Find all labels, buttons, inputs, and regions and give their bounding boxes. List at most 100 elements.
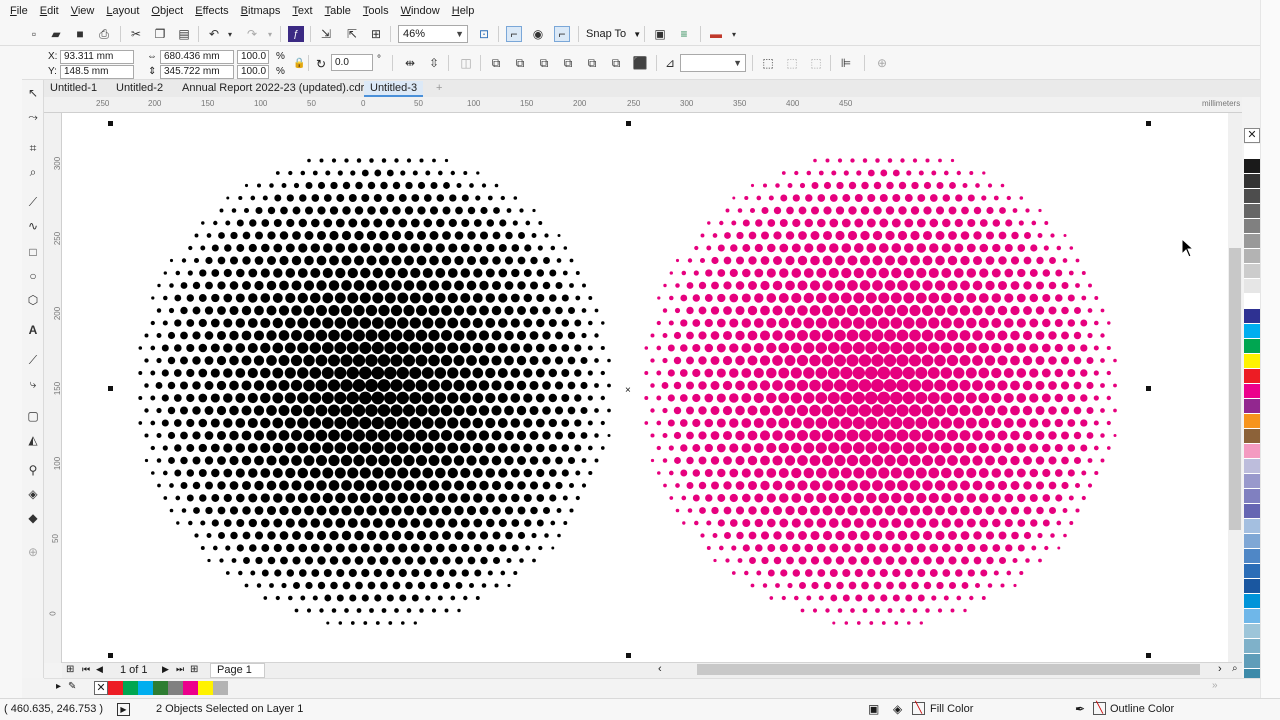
selection-handle[interactable]	[626, 121, 631, 126]
artistic-media-icon[interactable]: ∿	[25, 218, 41, 234]
palette-swatch[interactable]	[1244, 234, 1260, 249]
zoom-icon[interactable]: ⌕	[1232, 663, 1238, 674]
add-tool-icon[interactable]: ⊕	[25, 544, 41, 560]
pick-tool-icon[interactable]: ↖	[25, 85, 41, 101]
palette-swatch[interactable]	[1244, 324, 1260, 339]
menu-table[interactable]: Table	[321, 0, 359, 22]
launch-dropdown-icon[interactable]: ▾	[726, 26, 742, 42]
save-icon[interactable]: ■	[72, 26, 88, 42]
palette-swatch[interactable]	[1244, 609, 1260, 624]
create-boundary-icon[interactable]: ⬚	[760, 55, 776, 71]
add-page-after-icon[interactable]: ⊞	[190, 664, 198, 675]
next-page-icon[interactable]: ▶	[162, 664, 169, 675]
undo-icon[interactable]: ↶	[206, 26, 222, 42]
export-icon[interactable]: ⇱	[344, 26, 360, 42]
align-distribute-icon[interactable]: ⊫	[838, 55, 854, 71]
selection-handle[interactable]	[1146, 386, 1151, 391]
palette-swatch[interactable]	[1244, 204, 1260, 219]
black-halftone-circle[interactable]	[138, 158, 611, 625]
selection-handle[interactable]	[626, 653, 631, 658]
last-page-icon[interactable]: ⏭	[176, 664, 184, 675]
selection-handle[interactable]	[108, 121, 113, 126]
palette-swatch[interactable]	[1244, 339, 1260, 354]
rotation-field[interactable]: 0.0	[331, 54, 373, 71]
play-icon[interactable]: ▶	[117, 703, 130, 716]
palette-swatch[interactable]	[1244, 174, 1260, 189]
menu-file[interactable]: File	[6, 0, 36, 22]
import-icon[interactable]: ⇲	[318, 26, 334, 42]
new-document-icon[interactable]: ▫	[26, 26, 42, 42]
menu-tools[interactable]: Tools	[359, 0, 397, 22]
show-guidelines-icon[interactable]: ⌐	[554, 26, 570, 42]
palette-swatch[interactable]	[1244, 189, 1260, 204]
redo-dropdown-icon[interactable]: ▾	[262, 26, 278, 42]
transparency-tool-icon[interactable]: ◭	[25, 432, 41, 448]
palette-swatch[interactable]	[1244, 504, 1260, 519]
quick-customize-icon[interactable]: ⊕	[874, 55, 890, 71]
menu-text[interactable]: Text	[288, 0, 320, 22]
first-page-icon[interactable]: ⏮	[82, 664, 90, 675]
print-icon[interactable]: ⎙	[96, 26, 112, 42]
simplify-icon[interactable]: ⧉	[560, 55, 576, 71]
copy-icon[interactable]: ❐	[152, 26, 168, 42]
tab-2[interactable]: Untitled-2	[110, 81, 169, 97]
no-fill-swatch[interactable]: ✕	[94, 681, 108, 695]
palette-swatch[interactable]	[1244, 369, 1260, 384]
fill-swatch-none[interactable]: ╲	[912, 702, 925, 715]
document-swatch[interactable]	[168, 681, 183, 695]
redo-icon[interactable]: ↷	[244, 26, 260, 42]
palette-swatch[interactable]	[1244, 654, 1260, 669]
palette-swatch[interactable]	[1244, 384, 1260, 399]
group-icon[interactable]: ◫	[458, 55, 474, 71]
shape-tool-icon[interactable]: ⤳	[25, 109, 41, 125]
horizontal-ruler[interactable]: 250 200 150 100 50 0 50 100 150 200 250 300 350 400 45…	[44, 97, 1242, 113]
palette-swatch[interactable]	[1244, 159, 1260, 174]
palette-swatch[interactable]	[1244, 444, 1260, 459]
connector-tool-icon[interactable]: ⤷	[25, 376, 41, 392]
palette-swatch[interactable]	[1244, 309, 1260, 324]
drawing-canvas[interactable]: ×	[62, 113, 1242, 663]
snap-to-dropdown[interactable]: Snap To ▼	[586, 26, 641, 43]
palette-swatch[interactable]	[1244, 144, 1260, 159]
vertical-ruler[interactable]: 300 250 200 150 100 50 0	[44, 113, 62, 663]
options-icon[interactable]: ≡	[676, 26, 692, 42]
tab-3[interactable]: Annual Report 2022-23 (updated).cdr	[176, 81, 370, 97]
paste-icon[interactable]: ▤	[176, 26, 192, 42]
vertical-scroll-thumb[interactable]	[1229, 248, 1241, 530]
cut-icon[interactable]: ✂	[128, 26, 144, 42]
palette-swatch[interactable]	[1244, 279, 1260, 294]
tab-4[interactable]: Untitled-3	[364, 81, 424, 97]
palette-swatch[interactable]	[1244, 399, 1260, 414]
document-swatch[interactable]	[198, 681, 213, 695]
smart-fill-icon[interactable]: ◆	[25, 510, 41, 526]
export-for-icon[interactable]: ⊞	[368, 26, 384, 42]
previous-page-icon[interactable]: ◀	[96, 664, 103, 675]
palette-swatch[interactable]	[1244, 594, 1260, 609]
tab-1[interactable]: Untitled-1	[44, 81, 103, 97]
halftone-artwork[interactable]: ×	[62, 113, 1242, 663]
menu-window[interactable]: Window	[397, 0, 448, 22]
drop-shadow-icon[interactable]: ▢	[25, 408, 41, 424]
ellipse-tool-icon[interactable]: ○	[25, 268, 41, 284]
document-swatch[interactable]	[153, 681, 168, 695]
polygon-tool-icon[interactable]: ⬡	[25, 292, 41, 308]
palette-swatch[interactable]	[1244, 219, 1260, 234]
menu-bitmaps[interactable]: Bitmaps	[237, 0, 289, 22]
outline-width-select[interactable]: ▼	[680, 54, 746, 72]
mirror-horizontal-icon[interactable]: ⇹	[402, 55, 418, 71]
document-swatch[interactable]	[108, 681, 123, 695]
palette-swatch[interactable]	[1244, 534, 1260, 549]
view-icon[interactable]: ▣	[868, 702, 879, 716]
width-field[interactable]: 680.436 mm	[160, 50, 234, 64]
search-content-icon[interactable]: ƒ	[288, 26, 304, 42]
full-screen-preview-icon[interactable]: ⊡	[476, 26, 492, 42]
palette-swatch[interactable]	[1244, 429, 1260, 444]
scale-width-field[interactable]: 100.0	[237, 50, 269, 64]
palette-swatch[interactable]	[1244, 519, 1260, 534]
crop-tool-icon[interactable]: ⌗	[25, 140, 41, 156]
open-folder-icon[interactable]: ▰	[48, 26, 64, 42]
bitmap-icon[interactable]: ⬚	[784, 55, 800, 71]
palette-swatch[interactable]	[1244, 489, 1260, 504]
interactive-fill-icon[interactable]: ◈	[25, 486, 41, 502]
palette-swatch[interactable]	[1244, 579, 1260, 594]
